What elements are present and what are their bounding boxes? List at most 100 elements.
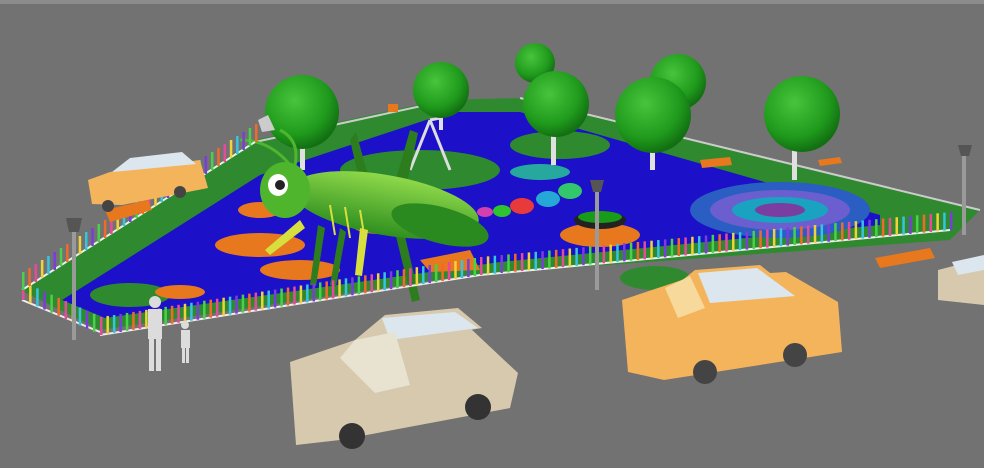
fence-picket [950,212,953,230]
fence-picket [255,124,258,142]
fence-picket [422,266,425,285]
fence-picket [629,242,633,261]
fence-picket [338,279,341,298]
orange-pad [260,260,340,280]
fence-picket [460,260,464,279]
fence-picket [254,292,258,311]
fence-picket [40,260,44,278]
fence-picket [841,222,844,241]
fence-picket [454,261,457,280]
bump [510,164,570,180]
fence-picket [929,213,933,232]
fence-picket [91,228,94,246]
fence-picket [376,273,380,292]
fence-picket [318,282,322,301]
fence-picket [868,219,871,238]
fence-picket [875,219,878,238]
fence-picket [772,228,776,247]
fence-picket [428,265,431,284]
fence-picket [616,243,619,262]
fence-picket [273,289,277,308]
fence-picket [691,236,694,255]
fence-picket [222,297,225,316]
fence-picket [357,276,361,295]
fence-picket [78,307,82,326]
fence-picket [670,238,674,257]
fence-picket [132,311,135,330]
fence-picket [779,228,783,247]
fence-picket [636,242,640,260]
fence-picket [520,253,524,272]
fence-picket [473,258,477,277]
fence-picket [64,301,68,320]
fence-picket [725,233,728,252]
fence-picket [402,269,406,288]
fence-picket [47,256,50,274]
fence-picket [217,148,220,166]
bump [558,183,582,199]
fence-picket [306,284,309,303]
fence-picket [738,232,742,251]
play-pattern [755,203,805,217]
fence-picket [164,306,167,325]
fence-picket [657,240,660,259]
fence-picket [534,251,537,270]
fence-picket [881,218,885,237]
fence-picket [493,255,497,274]
bump [536,191,560,207]
fence-picket [902,216,905,235]
fence-picket [704,235,708,254]
fence-picket [561,249,565,268]
bump [477,207,493,217]
fence-picket [936,213,939,232]
fence-picket [582,247,585,266]
fence-picket [183,303,187,322]
fence-picket [267,290,270,309]
fence-picket [854,221,858,240]
fence-picket [203,300,206,319]
bump [493,205,511,217]
fence-picket [100,317,103,335]
fence-picket [718,234,721,253]
fence-picket [236,136,239,154]
fence-picket [43,291,46,310]
fence-picket [125,312,129,331]
fence-picket [112,314,116,333]
fence-picket [286,287,290,306]
fence-picket [554,249,558,268]
fence-picket [711,234,715,253]
fence-picket [895,217,899,236]
fence-picket [827,223,830,242]
fence-picket [541,251,544,270]
fence-picket [548,250,551,269]
fence-picket [643,241,646,260]
fence-picket [293,286,296,305]
fence-picket [215,298,219,317]
render-viewport [0,0,984,468]
fence-picket [242,132,245,150]
fence-picket [299,285,303,304]
fence-picket [514,253,517,272]
fence-picket [229,140,233,158]
fence-picket [396,270,399,289]
fence-picket [568,248,572,267]
fence-picket [351,277,354,296]
fence-picket [888,217,892,236]
fence-picket [223,144,227,162]
fence-picket [441,263,444,282]
fence-picket [677,238,681,257]
fence-picket [204,156,208,174]
fence-picket [196,301,200,320]
fence-picket [732,232,735,251]
fence-picket [602,245,606,264]
fence-picket [507,254,510,273]
fence-picket [84,232,88,250]
fence-picket [241,294,245,313]
carousel [578,211,622,223]
fence-picket [138,310,142,329]
fence-picket [50,294,53,313]
fence-picket [813,225,817,244]
fence-picket [261,291,264,310]
fence-picket [806,225,810,244]
prop [388,104,398,112]
